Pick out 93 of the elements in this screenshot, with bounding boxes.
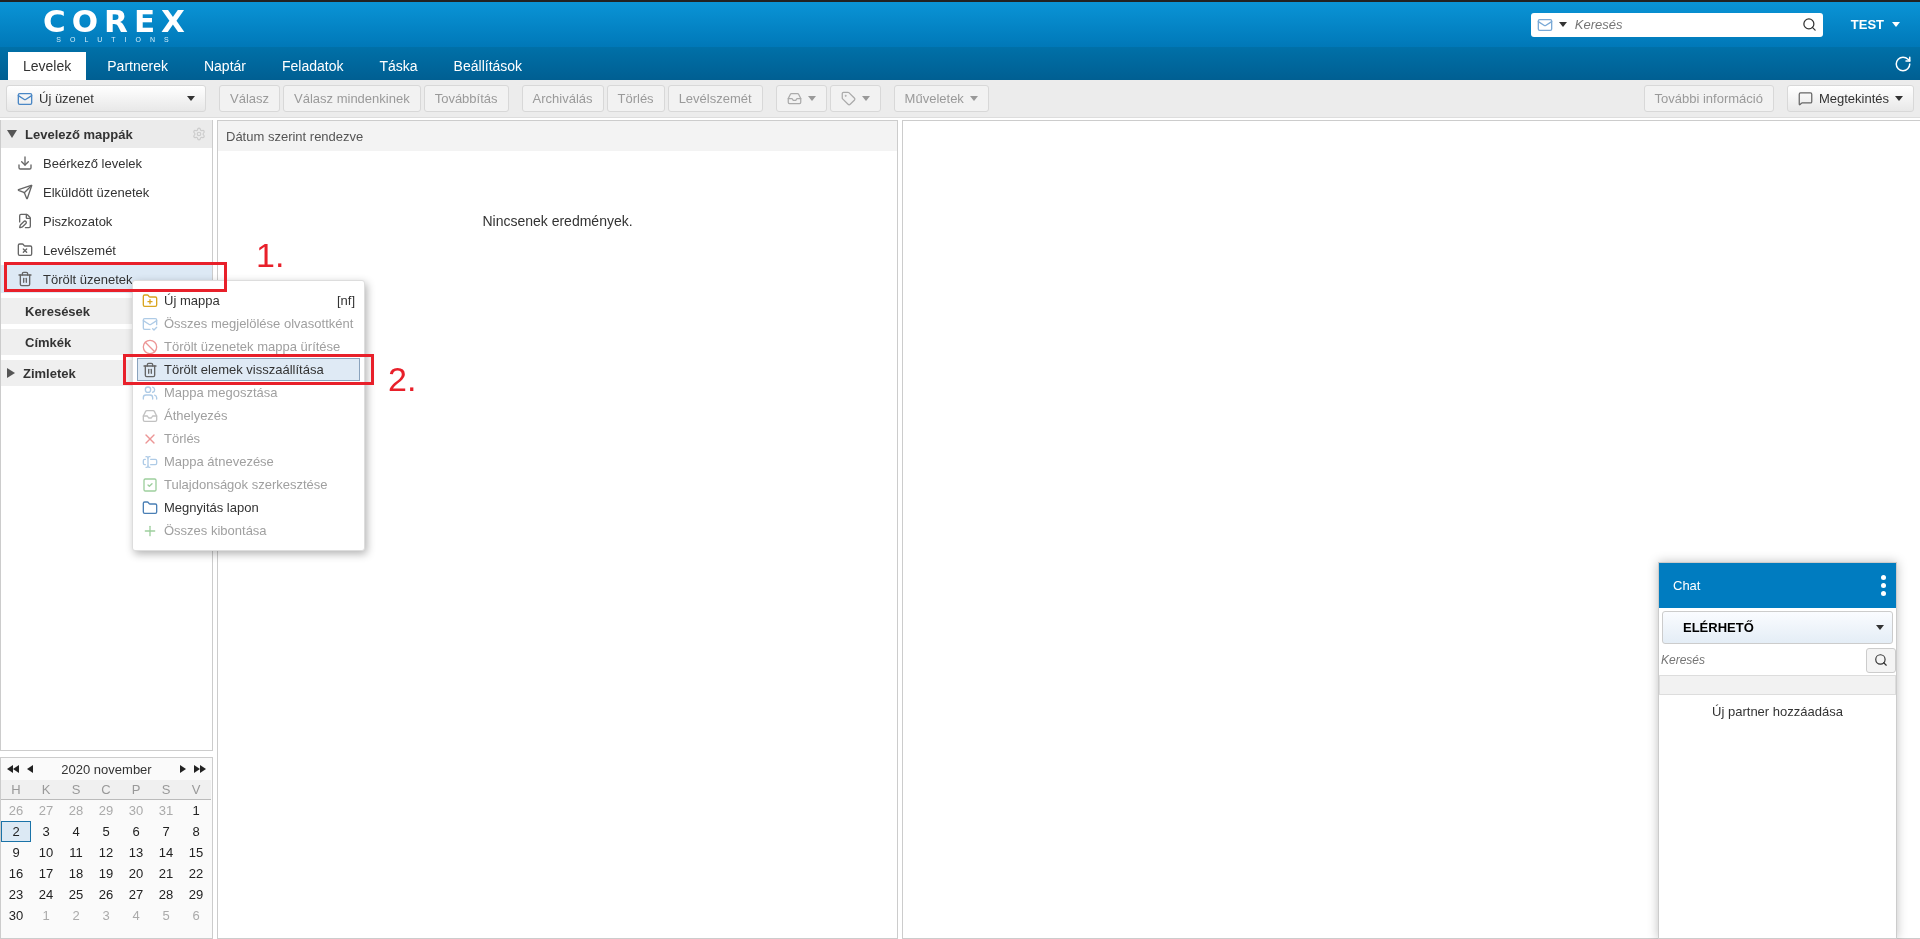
next-year-icon[interactable] bbox=[194, 765, 206, 773]
calendar-day[interactable]: 4 bbox=[61, 821, 91, 842]
trash-icon bbox=[142, 361, 158, 378]
calendar-day[interactable]: 8 bbox=[181, 821, 211, 842]
search-input[interactable]: Keresés bbox=[1572, 16, 1796, 33]
calendar-day[interactable]: 27 bbox=[121, 884, 151, 905]
prev-year-icon[interactable] bbox=[7, 765, 19, 773]
search-icon[interactable] bbox=[1801, 17, 1817, 32]
folder-x-icon bbox=[17, 242, 33, 258]
nav-tab[interactable]: Feladatok bbox=[267, 52, 359, 80]
chat-title: Chat bbox=[1673, 578, 1702, 593]
calendar-day[interactable]: 18 bbox=[61, 863, 91, 884]
tag-icon bbox=[840, 91, 856, 106]
expand-arrow-icon[interactable] bbox=[7, 368, 15, 378]
calendar-day[interactable]: 29 bbox=[181, 884, 211, 905]
calendar-day[interactable]: 17 bbox=[31, 863, 61, 884]
folder-plus-icon bbox=[142, 292, 158, 309]
more-icon[interactable] bbox=[1880, 575, 1886, 596]
weekday-label: H bbox=[1, 780, 31, 800]
search-button[interactable] bbox=[1866, 647, 1896, 673]
users-icon bbox=[142, 384, 158, 401]
refresh-icon[interactable] bbox=[1894, 54, 1912, 73]
status-dropdown[interactable]: ELÉRHETŐ bbox=[1662, 611, 1893, 644]
tray-icon bbox=[786, 91, 802, 106]
nav-tab[interactable]: Levelek bbox=[8, 52, 87, 80]
prev-month-icon[interactable] bbox=[27, 765, 33, 773]
weekday-label: S bbox=[61, 780, 91, 800]
calendar-day[interactable]: 19 bbox=[91, 863, 121, 884]
calendar-day[interactable]: 9 bbox=[1, 842, 31, 863]
calendar-day[interactable]: 6 bbox=[121, 821, 151, 842]
weekday-label: V bbox=[181, 780, 211, 800]
folder-item[interactable]: Levélszemét bbox=[1, 236, 212, 264]
user-menu[interactable]: TEST bbox=[1850, 17, 1900, 32]
empty-message: Nincsenek eredmények. bbox=[481, 213, 634, 229]
folder-icon bbox=[142, 499, 158, 516]
caret-icon[interactable] bbox=[1558, 22, 1567, 27]
calendar-day[interactable]: 5 bbox=[91, 821, 121, 842]
weekday-label: S bbox=[151, 780, 181, 800]
tray-icon bbox=[142, 407, 158, 424]
step-number: 1. bbox=[256, 238, 285, 272]
calendar-day[interactable]: 10 bbox=[31, 842, 61, 863]
nav-tab[interactable]: Beállítások bbox=[438, 52, 538, 80]
folder-item[interactable]: Beérkező levelek bbox=[1, 149, 212, 177]
nav-tab[interactable]: Partnerek bbox=[92, 52, 183, 80]
calendar-day[interactable]: 16 bbox=[1, 863, 31, 884]
calendar-day[interactable]: 11 bbox=[61, 842, 91, 863]
new-message-button[interactable]: Új üzenet bbox=[6, 85, 206, 112]
add-partner-link[interactable]: Új partner hozzáadása bbox=[1712, 704, 1843, 719]
weekday-label: K bbox=[31, 780, 61, 800]
calendar-day[interactable]: 30 bbox=[1, 905, 31, 926]
folder-item[interactable]: Elküldött üzenetek bbox=[1, 178, 212, 206]
mail-icon bbox=[17, 90, 33, 107]
rename-icon bbox=[142, 453, 158, 470]
calendar-day[interactable]: 7 bbox=[151, 821, 181, 842]
nav-tab[interactable]: Táska bbox=[364, 52, 433, 80]
calendar-title: 2020 november bbox=[60, 761, 153, 777]
calendar-day[interactable]: 26 bbox=[91, 884, 121, 905]
sort-header[interactable]: Dátum szerint rendezve bbox=[218, 121, 897, 151]
expand-arrow-icon[interactable] bbox=[7, 130, 17, 138]
trash-icon bbox=[17, 271, 33, 287]
weekday-label: C bbox=[91, 780, 121, 800]
mail-check-icon bbox=[142, 315, 158, 332]
calendar-day[interactable]: 15 bbox=[181, 842, 211, 863]
nav-tab[interactable]: Naptár bbox=[188, 52, 261, 80]
edit-icon bbox=[17, 213, 33, 229]
calendar-day[interactable]: 1 bbox=[181, 800, 211, 821]
step-number: 2. bbox=[388, 362, 417, 396]
menu-item[interactable]: Megnyitás lapon bbox=[137, 496, 360, 519]
calendar-day[interactable]: 14 bbox=[151, 842, 181, 863]
checkbox-icon bbox=[142, 476, 158, 493]
calendar-day[interactable]: 23 bbox=[1, 884, 31, 905]
search-field[interactable]: Keresés bbox=[1530, 12, 1823, 37]
menu-item[interactable]: Törölt elemek visszaállítása bbox=[137, 358, 360, 381]
next-month-icon[interactable] bbox=[180, 765, 186, 773]
speech-bubble-icon bbox=[1797, 91, 1813, 106]
search-icon bbox=[1874, 653, 1888, 667]
calendar-day[interactable]: 25 bbox=[61, 884, 91, 905]
folders-header[interactable]: Levelező mappák bbox=[1, 120, 212, 148]
calendar-day[interactable]: 21 bbox=[151, 863, 181, 884]
view-button[interactable]: Megtekintés bbox=[1786, 85, 1914, 112]
weekday-label: P bbox=[121, 780, 151, 800]
download-icon bbox=[17, 155, 33, 171]
calendar-day[interactable]: 28 bbox=[151, 884, 181, 905]
calendar-day[interactable]: 24 bbox=[31, 884, 61, 905]
calendar-day[interactable]: 22 bbox=[181, 863, 211, 884]
calendar-day[interactable]: 3 bbox=[31, 821, 61, 842]
calendar-day[interactable]: 2 bbox=[1, 821, 31, 842]
calendar-day[interactable]: 13 bbox=[121, 842, 151, 863]
calendar-day[interactable]: 12 bbox=[91, 842, 121, 863]
forbidden-icon bbox=[142, 338, 158, 355]
calendar-day[interactable]: 20 bbox=[121, 863, 151, 884]
send-icon bbox=[17, 184, 33, 200]
folder-item[interactable]: Piszkozatok bbox=[1, 207, 212, 235]
